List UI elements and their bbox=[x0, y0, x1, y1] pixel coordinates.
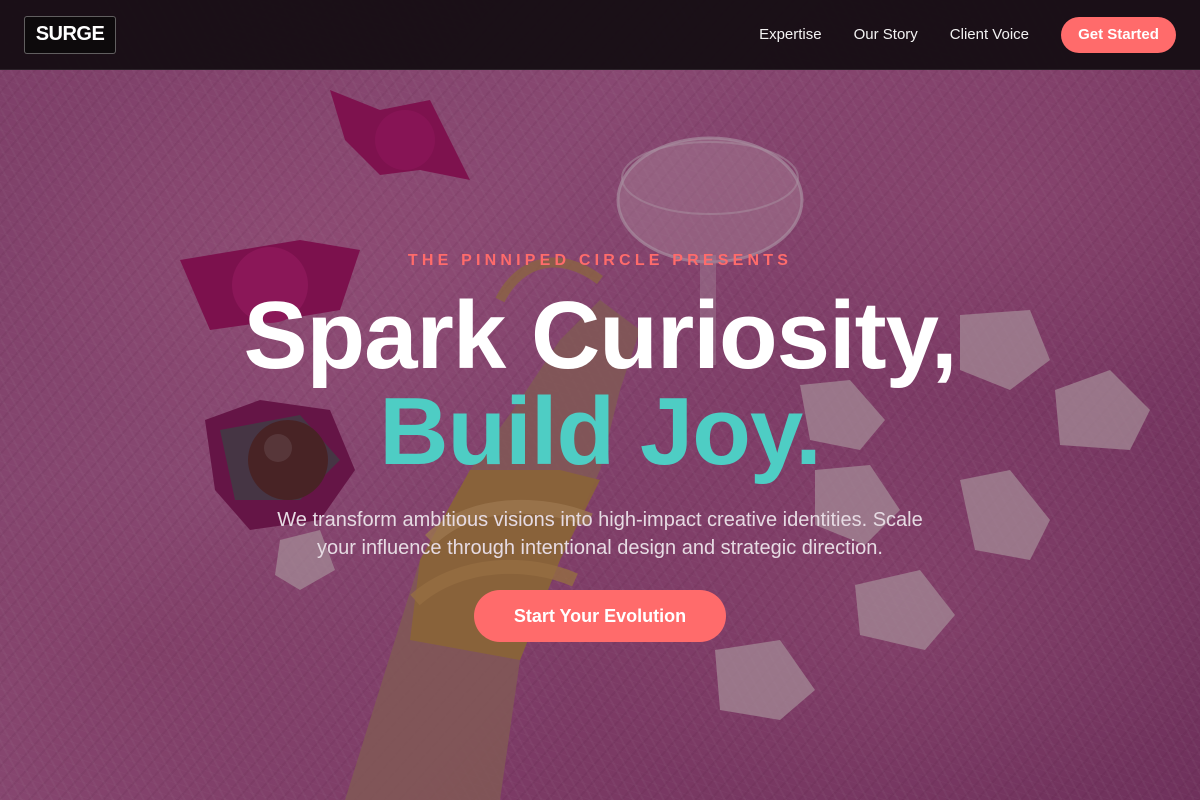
nav-link-our-story[interactable]: Our Story bbox=[854, 26, 918, 43]
primary-nav: Expertise Our Story Client Voice Get Sta… bbox=[759, 16, 1176, 53]
hero-subtitle: We transform ambitious visions into high… bbox=[277, 509, 923, 559]
nav-link-expertise[interactable]: Expertise bbox=[759, 26, 822, 43]
headline-line-1: Spark Curiosity, bbox=[243, 282, 957, 389]
start-your-evolution-button[interactable]: Start Your Evolution bbox=[474, 590, 726, 642]
headline-line-2: Build Joy. bbox=[379, 378, 822, 485]
hero-headline: Spark Curiosity, Build Joy. bbox=[0, 288, 1200, 480]
hero-eyebrow: THE PINNIPED CIRCLE PRESENTS bbox=[407, 252, 793, 269]
top-navbar: SURGE Expertise Our Story Client Voice G… bbox=[0, 0, 1200, 70]
nav-link-client-voice[interactable]: Client Voice bbox=[950, 26, 1029, 43]
surge-logo[interactable]: SURGE bbox=[24, 15, 116, 54]
get-started-button[interactable]: Get Started bbox=[1061, 16, 1176, 53]
hero-content: THE PINNIPED CIRCLE PRESENTS Spark Curio… bbox=[0, 0, 1200, 800]
